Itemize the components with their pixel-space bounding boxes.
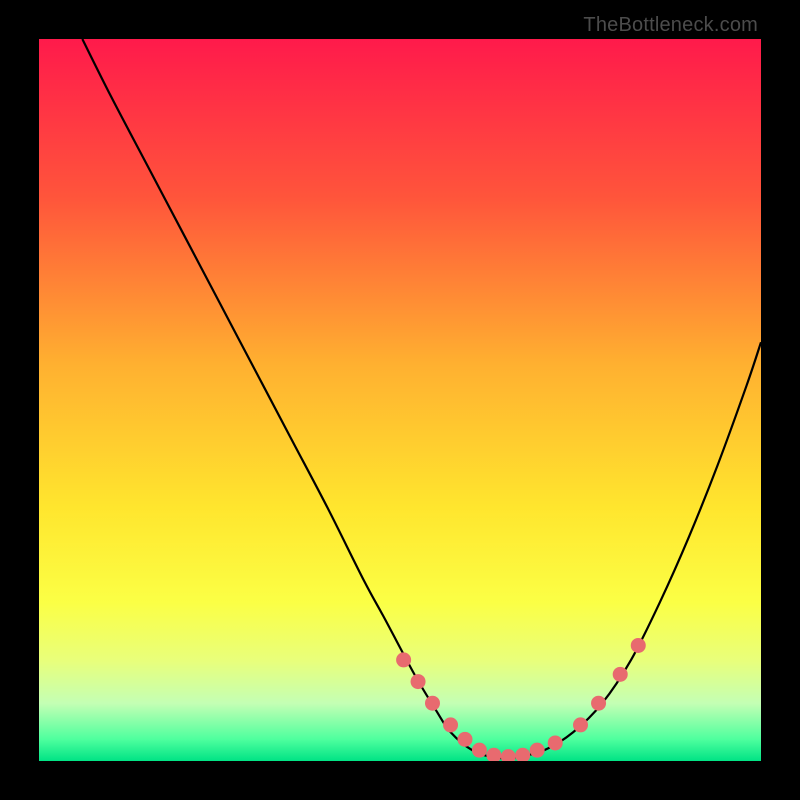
chart-plot: [39, 39, 761, 761]
marker-dot: [396, 652, 411, 667]
marker-dot: [425, 696, 440, 711]
marker-dot: [591, 696, 606, 711]
gradient-background: [39, 39, 761, 761]
marker-dot: [457, 732, 472, 747]
marker-dot: [472, 743, 487, 758]
chart-frame: TheBottleneck.com: [0, 0, 800, 800]
watermark-text: TheBottleneck.com: [583, 14, 758, 37]
marker-dot: [411, 674, 426, 689]
marker-dot: [573, 717, 588, 732]
marker-dot: [613, 667, 628, 682]
marker-dot: [443, 717, 458, 732]
marker-dot: [548, 735, 563, 750]
marker-dot: [631, 638, 646, 653]
marker-dot: [530, 743, 545, 758]
